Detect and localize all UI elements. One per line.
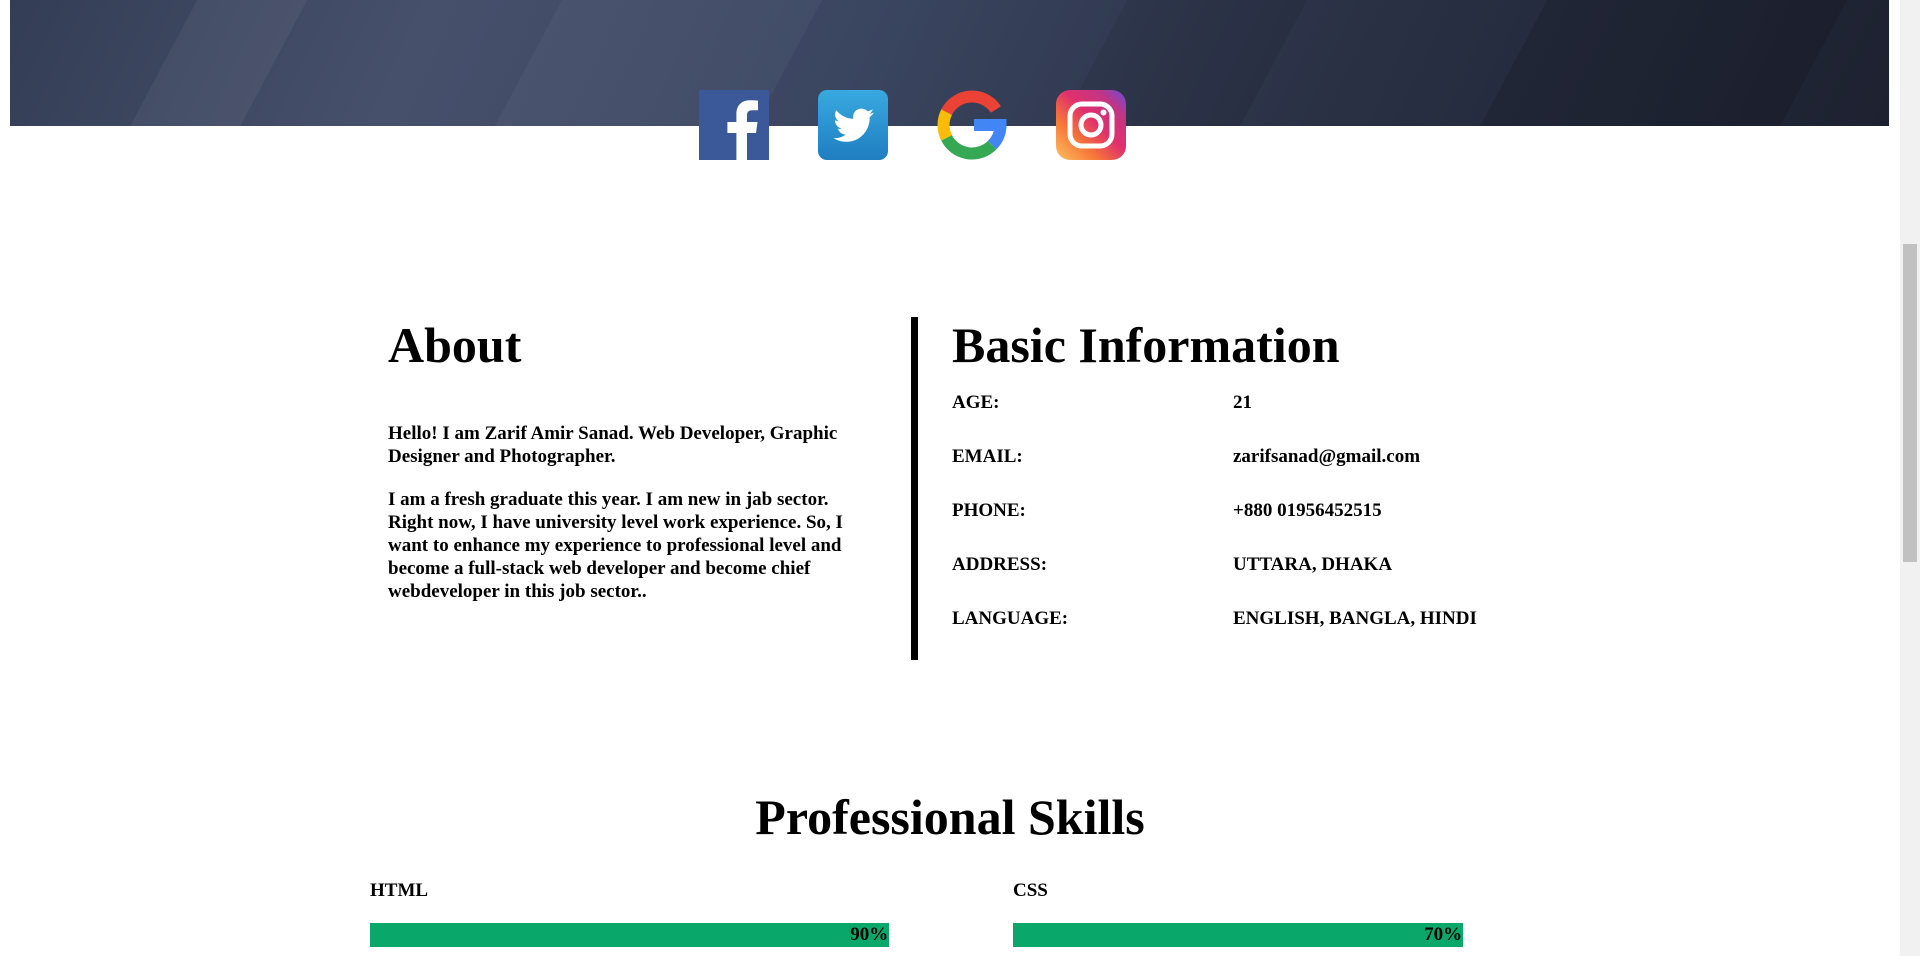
about-intro: Hello! I am Zarif Amir Sanad. Web Develo…	[388, 423, 838, 467]
instagram-icon[interactable]	[1056, 90, 1126, 160]
info-row-email: EMAIL: zarifsanad@gmail.com	[952, 445, 1552, 469]
info-label: PHONE:	[952, 500, 1026, 521]
page-scrollbar[interactable]	[1900, 0, 1920, 956]
info-value: ENGLISH, BANGLA, HINDI	[1233, 608, 1477, 629]
skill-bar-fill: 70%	[1013, 923, 1464, 947]
twitter-icon[interactable]	[818, 90, 888, 160]
info-value: 21	[1233, 392, 1252, 413]
banner-facet	[112, 0, 318, 126]
info-label: ADDRESS:	[952, 554, 1048, 575]
about-body: I am a fresh graduate this year. I am ne…	[388, 489, 843, 602]
info-row-age: AGE: 21	[952, 391, 1552, 415]
info-value: +880 01956452515	[1233, 500, 1382, 521]
basic-info-section: Basic Information AGE: 21 EMAIL: zarifsa…	[952, 315, 1552, 629]
section-divider	[911, 317, 918, 660]
info-label: AGE:	[952, 392, 1000, 413]
skill-bar-html: 90%	[370, 923, 947, 947]
skill-percent: 70%	[1424, 924, 1463, 945]
skills-title: Professional Skills	[755, 789, 1145, 845]
info-row-language: LANGUAGE: ENGLISH, BANGLA, HINDI	[952, 607, 1552, 631]
info-value: zarifsanad@gmail.com	[1233, 446, 1421, 467]
skill-label-css: CSS	[1013, 880, 1048, 901]
info-value: UTTARA, DHAKA	[1233, 554, 1393, 575]
info-label: LANGUAGE:	[952, 608, 1069, 629]
skill-label-html: HTML	[370, 880, 429, 901]
basic-info-title: Basic Information	[952, 317, 1340, 373]
google-icon[interactable]	[937, 90, 1007, 160]
skill-bar-css: 70%	[1013, 923, 1656, 947]
info-row-address: ADDRESS: UTTARA, DHAKA	[952, 553, 1552, 577]
skill-percent: 90%	[850, 924, 889, 945]
info-row-phone: PHONE: +880 01956452515	[952, 499, 1552, 523]
facebook-icon[interactable]	[699, 90, 769, 160]
info-label: EMAIL:	[952, 446, 1023, 467]
about-section: About Hello! I am Zarif Amir Sanad. Web …	[388, 315, 888, 603]
scrollbar-thumb[interactable]	[1903, 244, 1917, 562]
skill-bar-fill: 90%	[370, 923, 890, 947]
about-title: About	[388, 317, 522, 373]
social-links	[699, 90, 1126, 160]
banner-facet	[1462, 0, 1858, 126]
